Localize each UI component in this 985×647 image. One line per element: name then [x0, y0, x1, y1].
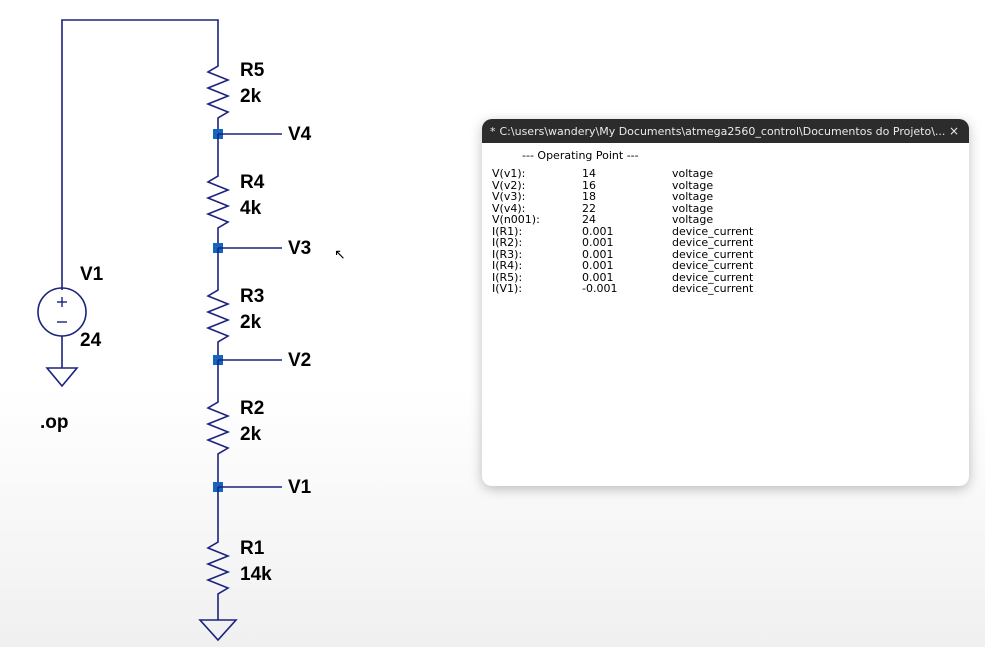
op-name: V(n001): — [492, 214, 582, 226]
op-value: 18 — [582, 191, 672, 203]
net-label-V1: V1 — [288, 477, 311, 499]
resistor-R3-name: R3 — [240, 286, 264, 308]
net-label-V4: V4 — [288, 124, 311, 146]
voltage-source-name: V1 — [80, 264, 103, 286]
operating-point-table: V(v1):14voltageV(v2):16voltageV(v3):18vo… — [492, 168, 753, 295]
resistor-R5-name: R5 — [240, 60, 264, 82]
resistor-R1-value: 14k — [240, 564, 272, 586]
resistor-R4-name: R4 — [240, 172, 264, 194]
resistor-R2-name: R2 — [240, 398, 264, 420]
table-row: V(n001):24voltage — [492, 214, 753, 226]
close-icon[interactable]: × — [947, 124, 961, 138]
op-type: voltage — [672, 214, 753, 226]
op-type: voltage — [672, 191, 753, 203]
net-label-V3: V3 — [288, 238, 311, 260]
window-title: C:\users\wandery\My Documents\atmega2560… — [500, 125, 948, 138]
resistor-R4-value: 4k — [240, 198, 261, 220]
op-name: V(v1): — [492, 168, 582, 180]
operating-point-header: --- Operating Point --- — [492, 149, 959, 162]
modified-indicator: * — [490, 125, 496, 138]
table-row: V(v1):14voltage — [492, 168, 753, 180]
resistor-R1-name: R1 — [240, 538, 264, 560]
voltage-source-value: 24 — [80, 330, 101, 352]
operating-point-window[interactable]: * C:\users\wandery\My Documents\atmega25… — [482, 119, 969, 486]
resistor-R2-value: 2k — [240, 424, 261, 446]
op-name: I(V1): — [492, 283, 582, 295]
op-type: voltage — [672, 168, 753, 180]
op-name: V(v3): — [492, 191, 582, 203]
table-row: I(V1):-0.001device_current — [492, 283, 753, 295]
resistor-R3-value: 2k — [240, 312, 261, 334]
op-type: device_current — [672, 283, 753, 295]
op-value: 14 — [582, 168, 672, 180]
resistor-R5-value: 2k — [240, 86, 261, 108]
window-titlebar[interactable]: * C:\users\wandery\My Documents\atmega25… — [482, 119, 969, 143]
operating-point-body: --- Operating Point --- V(v1):14voltageV… — [482, 143, 969, 486]
schematic-canvas[interactable]: V1 24 .op R5 2k V4 R4 4k V3 R3 2k V2 R2 … — [0, 0, 500, 647]
op-value: -0.001 — [582, 283, 672, 295]
spice-directive: .op — [40, 412, 69, 434]
table-row: V(v2):16voltage — [492, 180, 753, 192]
net-label-V2: V2 — [288, 350, 311, 372]
op-value: 24 — [582, 214, 672, 226]
table-row: V(v3):18voltage — [492, 191, 753, 203]
